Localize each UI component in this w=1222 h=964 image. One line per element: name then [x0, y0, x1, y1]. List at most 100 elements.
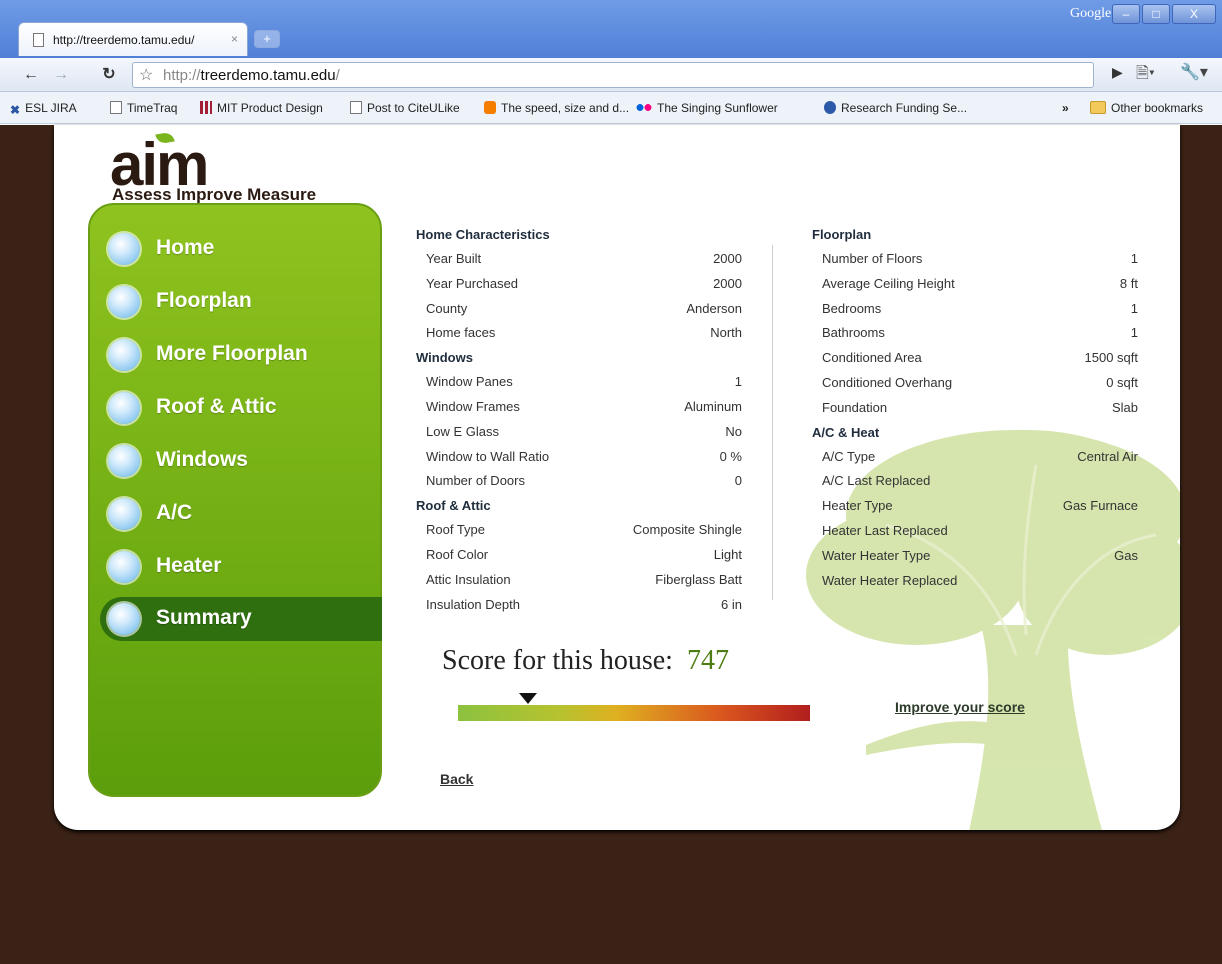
field-value: No — [725, 423, 742, 439]
nav-item-more-floorplan[interactable]: More Floorplan — [90, 333, 382, 377]
summary-row: A/C Last Replaced — [812, 469, 1138, 494]
page-viewport: aim Assess Improve Measure Home Floorpla… — [0, 125, 1222, 964]
search-provider-label: Google — [1070, 6, 1112, 21]
browser-toolbar: ← → ↻ ☆ http://treerdemo.tamu.edu/ ▶ 🗎▾ … — [0, 58, 1222, 92]
nav-label: Roof & Attic — [156, 395, 277, 418]
summary-row: A/C Type Central Air — [812, 445, 1138, 470]
nav-label: A/C — [156, 501, 193, 524]
maximize-button[interactable]: □ — [1142, 4, 1170, 24]
field-value: Light — [713, 546, 742, 562]
nav-item-roof-attic[interactable]: Roof & Attic — [90, 386, 382, 430]
bubble-icon — [108, 445, 140, 477]
url-text[interactable]: http://treerdemo.tamu.edu/ — [163, 67, 340, 84]
bookmark-esl-jira[interactable]: ✖ ESL JIRA — [10, 101, 77, 117]
field-value: Gas Furnace — [1062, 498, 1138, 514]
nav-item-heater[interactable]: Heater — [90, 545, 382, 589]
summary-row: Water Heater Type Gas — [812, 544, 1138, 569]
score-heading: Score for this house: 747 — [442, 645, 729, 677]
back-link[interactable]: Back — [440, 771, 473, 787]
summary-row: Heater Last Replaced — [812, 519, 1138, 544]
summary-row: Water Heater Replaced — [812, 569, 1138, 594]
bubble-icon — [108, 339, 140, 371]
field-value: 2000 — [713, 251, 742, 266]
star-icon[interactable]: ☆ — [139, 65, 153, 85]
bubble-icon — [108, 392, 140, 424]
close-window-button[interactable]: X — [1172, 4, 1216, 24]
browser-titlebar: http://treerdemo.tamu.edu/ × + Google – … — [0, 0, 1222, 60]
field-label: Roof Type — [426, 522, 486, 538]
summary-row: Number of Floors 1 — [812, 247, 1138, 272]
field-label: Attic Insulation — [426, 571, 511, 587]
field-label: Heater Type — [822, 498, 893, 514]
field-label: Low E Glass — [426, 423, 499, 439]
page-menu-icon[interactable]: 🗎▾ — [1136, 62, 1155, 89]
back-arrow-icon[interactable]: ← — [20, 64, 42, 86]
nav-label: Home — [156, 236, 215, 259]
field-value: Composite Shingle — [632, 522, 742, 538]
nav-label: Windows — [156, 448, 248, 471]
address-bar[interactable]: ☆ http://treerdemo.tamu.edu/ — [132, 62, 1094, 88]
bookmark-singing-sunflower[interactable]: The Singing Sunflower — [636, 101, 778, 115]
go-arrow-icon[interactable]: ▶ — [1112, 64, 1123, 81]
nav-item-home[interactable]: Home — [90, 227, 382, 271]
wrench-icon[interactable]: 🔧▾ — [1180, 62, 1208, 82]
nav-item-windows[interactable]: Windows — [90, 439, 382, 483]
bubble-icon — [108, 551, 140, 583]
field-label: Foundation — [822, 399, 888, 415]
field-value: 0 — [734, 473, 742, 489]
field-value: 0 sqft — [1106, 374, 1138, 390]
field-label: Bathrooms — [822, 325, 885, 341]
field-label: Water Heater Type — [822, 547, 931, 563]
close-tab-icon[interactable]: × — [231, 32, 238, 46]
field-label: Conditioned Overhang — [822, 374, 953, 390]
field-value: 1 — [1130, 251, 1138, 266]
nav-item-summary[interactable]: Summary — [100, 597, 382, 641]
field-label: Water Heater Replaced — [822, 572, 958, 588]
summary-row: Heater Type Gas Furnace — [812, 494, 1138, 519]
score-label: Score for this house: — [442, 645, 673, 676]
summary-row: Conditioned Area 1500 sqft — [812, 346, 1138, 371]
jira-icon: ✖ — [10, 103, 21, 117]
field-value: Aluminum — [684, 398, 742, 414]
bookmarks-bar: ✖ ESL JIRA TimeTraq MIT Product Design Po… — [0, 92, 1222, 124]
bookmark-timetraq[interactable]: TimeTraq — [110, 101, 177, 115]
browser-tab[interactable]: http://treerdemo.tamu.edu/ × — [18, 22, 248, 56]
bookmarks-overflow-button[interactable]: » — [1062, 101, 1069, 115]
minimize-button[interactable]: – — [1112, 4, 1140, 24]
summary-row: Year Purchased 2000 — [416, 272, 742, 297]
field-value: 0 % — [719, 448, 742, 464]
bookmark-research-funding[interactable]: Research Funding Se... — [824, 101, 967, 115]
score-value: 747 — [686, 645, 729, 676]
page-icon — [110, 101, 122, 114]
mit-icon — [200, 101, 212, 114]
field-value: Gas — [1114, 547, 1138, 563]
bookmark-mit-product-design[interactable]: MIT Product Design — [200, 101, 323, 115]
section-title: Floorplan — [812, 227, 872, 242]
summary-row: Roof Type Composite Shingle — [416, 518, 742, 543]
nav-item-floorplan[interactable]: Floorplan — [90, 280, 382, 324]
reload-icon[interactable]: ↻ — [98, 64, 120, 86]
field-value: Slab — [1111, 399, 1138, 415]
bubble-icon — [108, 603, 140, 635]
bubble-icon — [108, 498, 140, 530]
field-value: 8 ft — [1119, 275, 1138, 291]
field-value: Anderson — [686, 300, 742, 316]
improve-score-link[interactable]: Improve your score — [895, 699, 1025, 715]
field-label: Year Purchased — [426, 275, 519, 291]
bookmark-blogger[interactable]: The speed, size and d... — [484, 101, 629, 115]
score-marker-icon — [519, 693, 538, 704]
section-title: A/C & Heat — [812, 424, 880, 440]
forward-arrow-icon[interactable]: → — [50, 64, 72, 86]
bookmark-other-bookmarks[interactable]: Other bookmarks — [1090, 101, 1203, 115]
bookmark-citeulike[interactable]: Post to CiteULike — [350, 101, 460, 115]
score-gradient-bar — [458, 705, 810, 721]
summary-row: Window to Wall Ratio 0 % — [416, 445, 742, 470]
new-tab-button[interactable]: + — [254, 30, 280, 48]
field-label: A/C Last Replaced — [822, 473, 931, 489]
nav-item-ac[interactable]: A/C — [90, 492, 382, 536]
summary-row: Home faces North — [416, 321, 742, 346]
field-value: 2000 — [713, 275, 742, 291]
field-value: Fiberglass Batt — [655, 571, 742, 587]
field-value: 1 — [734, 374, 742, 390]
bubble-icon — [108, 233, 140, 265]
